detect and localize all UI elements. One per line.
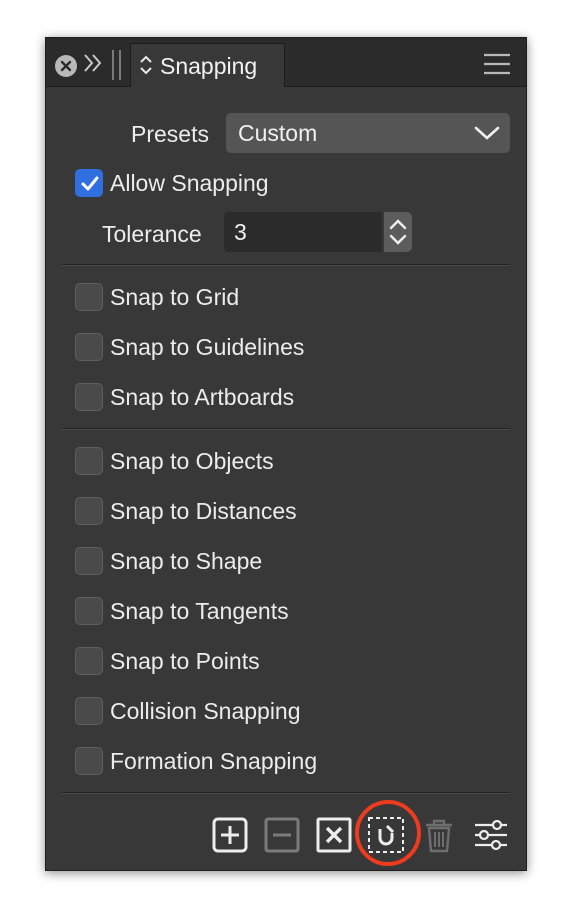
snap-to-shape-checkbox[interactable]: [75, 547, 103, 575]
stepper-arrows-icon: [389, 219, 407, 245]
snap-to-distances-checkbox[interactable]: [75, 497, 103, 525]
snap-to-distances-label: Snap to Distances: [110, 498, 297, 524]
tolerance-value: 3: [234, 219, 247, 245]
presets-dropdown[interactable]: Custom: [226, 113, 510, 153]
collision-snapping-checkbox[interactable]: [75, 697, 103, 725]
presets-value: Custom: [238, 120, 318, 146]
snap-to-tangents-label: Snap to Tangents: [110, 598, 289, 624]
tab-label: Snapping: [160, 53, 258, 79]
snap-to-guidelines-label: Snap to Guidelines: [110, 334, 305, 360]
remove-preset-icon[interactable]: [263, 816, 301, 854]
updown-arrows-icon: [140, 55, 152, 75]
add-preset-icon[interactable]: [211, 816, 249, 854]
allow-snapping-label: Allow Snapping: [110, 170, 269, 196]
divider: [62, 264, 510, 265]
chevron-down-icon: [474, 126, 500, 140]
checkmark-icon: [81, 176, 99, 191]
snap-to-artboards-checkbox[interactable]: [75, 383, 103, 411]
panel-titlebar: Snapping: [46, 38, 526, 87]
tab-snapping[interactable]: Snapping: [130, 43, 285, 87]
highlight-annotation-ring: [355, 800, 421, 866]
snap-to-grid-label: Snap to Grid: [110, 284, 240, 310]
snap-to-objects-checkbox[interactable]: [75, 447, 103, 475]
hamburger-menu-icon[interactable]: [483, 52, 511, 76]
formation-snapping-checkbox[interactable]: [75, 747, 103, 775]
snap-to-guidelines-checkbox[interactable]: [75, 333, 103, 361]
close-icon[interactable]: [55, 55, 77, 77]
trash-icon[interactable]: [420, 816, 458, 854]
divider: [62, 428, 510, 429]
snap-to-tangents-checkbox[interactable]: [75, 597, 103, 625]
settings-sliders-icon[interactable]: [472, 816, 510, 854]
presets-label: Presets: [131, 121, 209, 147]
snap-to-points-checkbox[interactable]: [75, 647, 103, 675]
clear-preset-icon[interactable]: [315, 816, 353, 854]
snap-to-grid-checkbox[interactable]: [75, 283, 103, 311]
snap-to-objects-label: Snap to Objects: [110, 448, 274, 474]
snap-to-points-label: Snap to Points: [110, 648, 260, 674]
snapping-panel: Snapping Presets Custom Allow Snapping T…: [45, 37, 527, 871]
collision-snapping-label: Collision Snapping: [110, 698, 301, 724]
drag-handle[interactable]: [112, 50, 121, 80]
collapse-chevrons-icon[interactable]: [82, 48, 104, 85]
allow-snapping-checkbox[interactable]: [75, 169, 103, 197]
snap-to-shape-label: Snap to Shape: [110, 548, 263, 574]
tolerance-input[interactable]: 3: [224, 212, 382, 252]
tolerance-label: Tolerance: [102, 221, 202, 247]
formation-snapping-label: Formation Snapping: [110, 748, 318, 774]
tolerance-stepper[interactable]: [384, 212, 412, 252]
snap-to-artboards-label: Snap to Artboards: [110, 384, 295, 410]
divider: [62, 792, 510, 793]
